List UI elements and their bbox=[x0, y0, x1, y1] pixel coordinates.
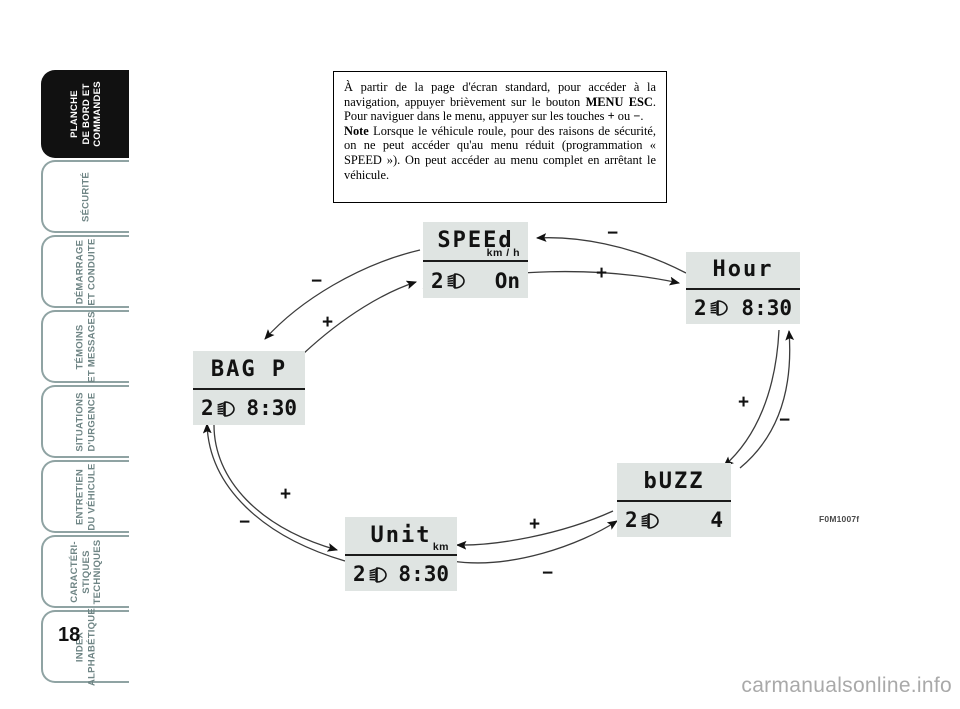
display-unit-unit: km bbox=[432, 541, 449, 553]
operator-plus-buzz-unit: + bbox=[529, 514, 541, 535]
low-beam-icon bbox=[708, 299, 730, 317]
operator-plus-bagp-unit: + bbox=[280, 484, 292, 505]
display-buzz-value: 4 bbox=[710, 508, 723, 532]
display-bag-p: BAG P 2 8:30 bbox=[193, 351, 305, 425]
operator-minus-unit-bagp: − bbox=[239, 512, 251, 533]
low-beam-icon bbox=[215, 400, 237, 418]
low-beam-icon bbox=[367, 566, 389, 584]
display-unit-top: Unit km bbox=[345, 517, 457, 556]
display-speed-gear: 2 bbox=[431, 268, 444, 293]
low-beam-icon bbox=[639, 512, 661, 530]
display-bag-p-bottom: 2 8:30 bbox=[193, 390, 305, 427]
display-hour-title: Hour bbox=[712, 257, 774, 282]
display-bag-p-title: BAG P bbox=[210, 356, 288, 382]
operator-plus-bagp-speed: + bbox=[322, 312, 334, 333]
display-buzz-gear: 2 bbox=[625, 508, 638, 532]
display-hour-value: 8:30 bbox=[741, 295, 792, 320]
manual-page: PLANCHE DE BORD ET COMMANDES SÉCURITÉ DÉMA… bbox=[0, 0, 960, 709]
low-beam-icon bbox=[445, 272, 467, 290]
display-bag-p-gear: 2 bbox=[201, 396, 214, 420]
display-buzz-title: bUZZ bbox=[643, 468, 705, 494]
operator-minus-unit-buzz: − bbox=[542, 563, 554, 584]
display-speed-bottom: 2 On bbox=[423, 262, 528, 300]
flow-arrows bbox=[202, 233, 795, 564]
display-hour: Hour 2 8:30 bbox=[686, 252, 800, 324]
display-unit: Unit km 2 8:30 bbox=[345, 517, 457, 591]
display-bag-p-value: 8:30 bbox=[246, 396, 297, 420]
operator-plus-hour-buzz: + bbox=[738, 392, 750, 413]
display-buzz: bUZZ 2 4 bbox=[617, 463, 731, 537]
display-buzz-bottom: 2 4 bbox=[617, 502, 731, 539]
display-speed-top: SPEEd km / h bbox=[423, 222, 528, 262]
operator-plus-speed-hour: + bbox=[596, 263, 608, 284]
display-unit-gear: 2 bbox=[353, 562, 366, 586]
display-bag-p-top: BAG P bbox=[193, 351, 305, 390]
display-unit-value: 8:30 bbox=[398, 562, 449, 586]
operator-minus-speed-bagp: − bbox=[311, 271, 323, 292]
display-unit-bottom: 2 8:30 bbox=[345, 556, 457, 593]
display-speed-value: On bbox=[494, 268, 520, 293]
display-hour-bottom: 2 8:30 bbox=[686, 290, 800, 326]
operator-minus-buzz-hour: − bbox=[779, 410, 791, 431]
display-buzz-top: bUZZ bbox=[617, 463, 731, 502]
operator-minus-speed-hour: − bbox=[607, 223, 619, 244]
display-unit-title: Unit bbox=[370, 522, 432, 548]
display-speed-unit: km / h bbox=[486, 247, 520, 259]
display-speed: SPEEd km / h 2 On bbox=[423, 222, 528, 298]
display-hour-gear: 2 bbox=[694, 295, 707, 320]
display-hour-top: Hour bbox=[686, 252, 800, 290]
